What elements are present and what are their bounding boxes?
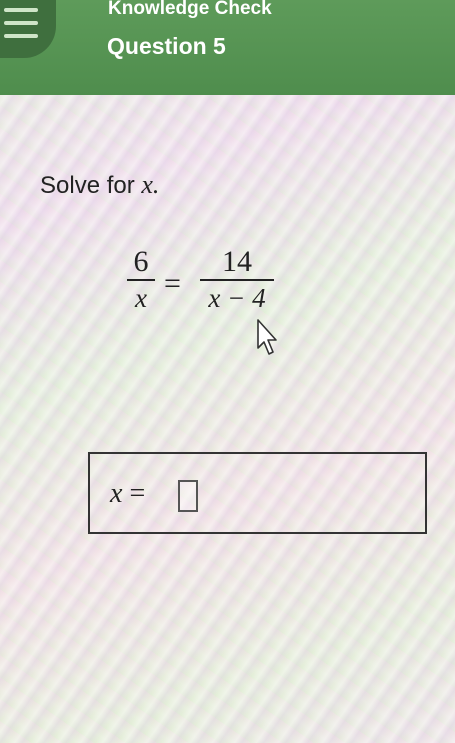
question-prompt: Solve for x. [40, 170, 159, 200]
prompt-variable: x. [141, 170, 160, 199]
answer-variable: x [110, 478, 123, 509]
right-numerator: 14 [222, 245, 252, 278]
question-number: Question 5 [107, 33, 226, 59]
menu-button[interactable] [0, 0, 56, 58]
screen-moire-texture [0, 0, 455, 743]
top-header-bar: Knowledge Check Question 5 [0, 0, 455, 95]
left-fraction: 6 x [124, 245, 158, 315]
answer-input[interactable] [178, 480, 198, 512]
prompt-text: Solve for [40, 172, 142, 199]
right-fraction: 14 x − 4 [196, 245, 278, 315]
left-numerator: 6 [133, 245, 149, 278]
pointer-arrow-icon [257, 319, 277, 355]
answer-label: x = [110, 478, 145, 510]
right-denominator: x − 4 [208, 283, 266, 313]
answer-box: x = [88, 452, 427, 534]
answer-equals: = [122, 478, 146, 509]
equals-sign: = [164, 267, 181, 300]
header-title: Knowledge Check [108, 0, 272, 19]
left-denominator: x [135, 283, 147, 313]
